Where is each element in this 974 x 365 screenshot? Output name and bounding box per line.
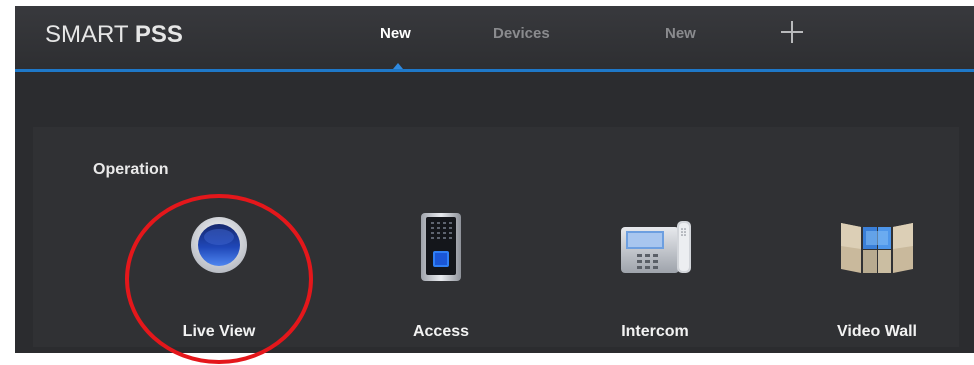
app-logo: SMART PSS [45,21,183,49]
brand-text-bold: PSS [134,21,183,48]
video-wall-icon [841,223,913,273]
live-view-icon [191,217,247,273]
video-wall-button[interactable]: Video Wall [797,215,957,345]
video-wall-label: Video Wall [836,323,917,340]
access-button[interactable]: Access [361,213,521,345]
tab-devices[interactable]: Devices [493,25,550,42]
title-bar: SMART PSS New Devices New [15,6,974,72]
access-label: Access [412,323,470,340]
intercom-phone-icon [621,221,691,273]
brand-text-light: SMART [45,21,135,48]
access-control-icon [421,213,461,281]
intercom-label: Intercom [621,323,689,340]
tab-new[interactable]: New [665,25,696,42]
tab-new-active[interactable]: New [380,25,411,42]
section-title-operation: Operation [93,161,169,178]
live-view-label: Live View [182,323,256,340]
intercom-button[interactable]: Intercom [575,215,735,345]
live-view-button[interactable]: Live View [139,215,299,345]
plus-icon[interactable] [777,16,807,46]
